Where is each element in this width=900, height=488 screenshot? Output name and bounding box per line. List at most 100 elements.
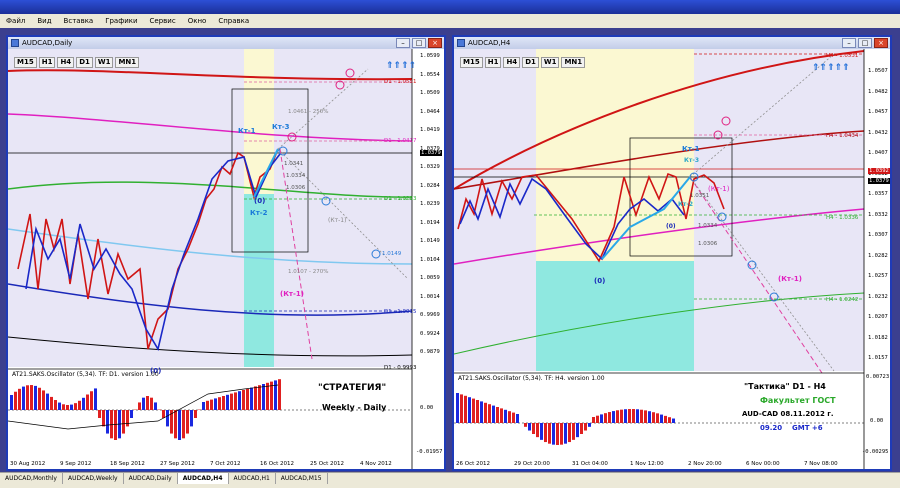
price-tick: 1.0482 (868, 88, 888, 95)
menu-bar: Файл Вид Вставка Графики Сервис Окно Спр… (0, 14, 900, 29)
app-titlebar (0, 0, 900, 14)
menu-charts[interactable]: Графики (99, 17, 143, 25)
oscillator-bar (484, 402, 487, 423)
menu-window[interactable]: Окно (182, 17, 213, 25)
oscillator-bar (460, 394, 463, 423)
minimize-button[interactable]: – (396, 38, 410, 48)
tf-d1-button[interactable]: D1 (522, 57, 539, 68)
price-tick: 0.9879 (420, 349, 440, 355)
tf-m15-button[interactable]: M15 (460, 57, 483, 68)
oscillator-bar (230, 393, 233, 410)
oscillator-bar (536, 423, 539, 438)
oscillator-bar (106, 410, 109, 434)
menu-file[interactable]: Файл (0, 17, 31, 25)
tf-mn1-button[interactable]: MN1 (115, 57, 140, 68)
oscillator-bar (540, 423, 543, 440)
oscillator-bar (126, 410, 129, 427)
menu-help[interactable]: Справка (212, 17, 255, 25)
oscillator-bar (584, 423, 587, 431)
oscillator-bar (456, 393, 459, 423)
oscillator-bar (90, 391, 93, 410)
level-label: D1 - 1.0283 (384, 196, 417, 202)
strategy-subtitle: Weekly - Daily (322, 403, 387, 412)
oscillator-bar (146, 396, 149, 410)
oscillator-bar (178, 410, 181, 440)
h4-chart[interactable] (454, 49, 890, 469)
oscillator-bar (636, 409, 639, 423)
oscillator-bar (488, 404, 491, 423)
oscillator-bar (54, 400, 57, 410)
tf-h1-button[interactable]: H1 (484, 57, 502, 68)
price-tick: 1.0307 (868, 232, 888, 238)
oscillator-bar (206, 400, 209, 410)
minimize-button[interactable]: – (842, 38, 856, 48)
oscillator-bar (10, 395, 13, 410)
oscillator-bar (472, 398, 475, 423)
tf-h4-button[interactable]: H4 (503, 57, 521, 68)
oscillator-bar (616, 410, 619, 423)
oscillator-bar (130, 410, 133, 418)
chart-icon (11, 39, 19, 47)
tf-d1-button[interactable]: D1 (76, 57, 93, 68)
price-tick: 1.0239 (420, 201, 440, 207)
oscillator-bar (508, 411, 511, 423)
osc-value: -0.01957 (416, 449, 443, 455)
oscillator-bar (86, 394, 89, 410)
price-tick: 1.0104 (420, 256, 440, 263)
chart-icon (457, 39, 465, 47)
price-tick: 1.0232 (868, 293, 888, 300)
maximize-button[interactable]: □ (412, 38, 426, 48)
tf-m15-button[interactable]: M15 (14, 57, 37, 68)
price-tick: 1.0059 (420, 275, 440, 281)
tactic-title: "Тактика" D1 - H4 (744, 382, 826, 391)
oscillator-bar (202, 402, 205, 410)
oscillator-bar (62, 404, 65, 410)
timeframe-toolbar: M15 H1 H4 D1 W1 MN1 (14, 57, 140, 68)
oscillator-bar (98, 410, 101, 418)
chart-window-h4[interactable]: AUDCAD,H4 – □ × M15 H1 H4 D1 W1 MN1 ⇑⇑⇑⇑… (452, 35, 892, 471)
price-tick: 1.0329 (420, 164, 440, 170)
oscillator-bar (30, 385, 33, 410)
menu-tools[interactable]: Сервис (144, 17, 182, 25)
price-label: 1.0149 (382, 251, 402, 257)
strategy-title: "СТРАТЕГИЯ" (318, 383, 387, 393)
oscillator-bar (480, 401, 483, 423)
menu-view[interactable]: Вид (31, 17, 57, 25)
menu-insert[interactable]: Вставка (58, 17, 100, 25)
time-label: 09.20 (760, 424, 783, 432)
price-tick: 1.0014 (420, 293, 440, 300)
oscillator-bar (74, 403, 77, 410)
oscillator-bar (150, 397, 153, 410)
close-button[interactable]: × (874, 38, 888, 48)
close-button[interactable]: × (428, 38, 442, 48)
oscillator-bar (238, 391, 241, 410)
chart-window-daily[interactable]: AUDCAD,Daily – □ × M15 H1 H4 D1 W1 MN1 ⇑… (6, 35, 446, 471)
oscillator-bar (664, 415, 667, 423)
oscillator-bar (110, 410, 113, 439)
oscillator-bar (14, 391, 17, 410)
tf-w1-button[interactable]: W1 (540, 57, 560, 68)
osc-value: 0.00 (870, 418, 884, 424)
tf-w1-button[interactable]: W1 (94, 57, 114, 68)
osc-value: 0.00 (420, 405, 434, 411)
oscillator-bar (18, 388, 21, 410)
window-title: AUDCAD,H4 – □ × (454, 37, 890, 49)
tf-h1-button[interactable]: H1 (38, 57, 56, 68)
oscillator-bar (262, 384, 265, 410)
oscillator-bar (186, 410, 189, 434)
maximize-button[interactable]: □ (858, 38, 872, 48)
price-tick: 1.0182 (868, 334, 888, 341)
level-label: D1 - 1.0015 (384, 309, 417, 315)
oscillator-bar (524, 423, 527, 427)
oscillator-bar (600, 414, 603, 423)
price-tick: 1.0257 (868, 273, 888, 279)
tf-mn1-button[interactable]: MN1 (561, 57, 586, 68)
oscillator-bar (516, 414, 519, 423)
oscillator-bar (82, 397, 85, 410)
oscillator-bar (580, 423, 583, 434)
tf-h4-button[interactable]: H4 (57, 57, 75, 68)
date-tick: 25 Oct 2012 (310, 461, 345, 467)
faculty-label: Факультет ГОСТ (760, 396, 836, 405)
oscillator-bar (214, 398, 217, 410)
kt1-label: Кт-1 (238, 127, 256, 135)
